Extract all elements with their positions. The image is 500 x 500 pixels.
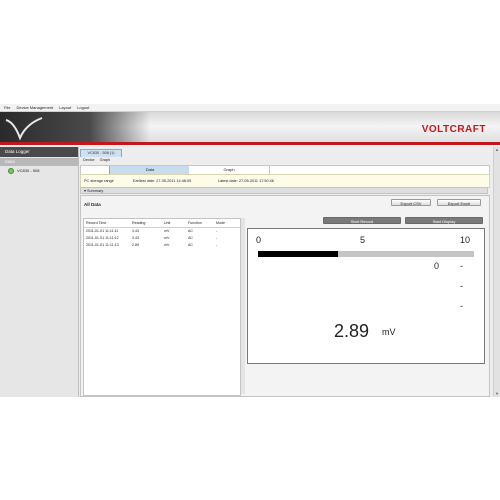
storage-label: PC storage range xyxy=(84,179,114,183)
sub-reading-3: - xyxy=(460,281,463,291)
subtab-device[interactable]: Device xyxy=(83,157,95,164)
sidebar-item-label: VC830 - 508 xyxy=(17,168,40,173)
sub-reading-1: 0 xyxy=(434,261,440,271)
cell-function: AC xyxy=(188,229,193,233)
cell-record-time: 2011-01-01 11:11:12 xyxy=(86,236,119,240)
table-scrollbar[interactable] xyxy=(241,218,245,394)
sub-tabs: Device Graph xyxy=(80,157,110,164)
bargraph-track xyxy=(258,251,474,257)
bargraph-fill xyxy=(258,251,338,257)
table-row[interactable]: 2011-01-01 11:11:11 3.43 mV AC - xyxy=(84,228,240,235)
main-reading-value: 2.89 xyxy=(334,321,370,341)
cell-mode: - xyxy=(216,243,218,247)
cell-reading: 2.89 xyxy=(132,243,139,247)
table-row[interactable]: 2011-01-01 11:11:13 2.89 mV AC - xyxy=(84,242,240,249)
tab-graph[interactable]: Graph xyxy=(189,166,270,174)
sidebar-item-device[interactable]: VC830 - 508 xyxy=(0,166,78,176)
column-header[interactable]: Unit xyxy=(162,219,186,227)
cell-unit: mV xyxy=(164,229,170,233)
menu-file[interactable]: File xyxy=(4,104,10,111)
column-header[interactable]: Function xyxy=(186,219,214,227)
cell-mode: - xyxy=(216,229,218,233)
tab-device[interactable]: VC830 - 508 (1) xyxy=(80,149,122,157)
sub-reading-2: - xyxy=(460,261,463,271)
status-online-icon xyxy=(8,168,14,174)
all-data-title: All Data xyxy=(84,202,101,207)
brand-stripe xyxy=(0,142,500,145)
menu-logout[interactable]: Logout xyxy=(77,104,89,111)
sidebar-header: Data Logger xyxy=(0,147,78,157)
sub-reading-4: - xyxy=(460,301,463,311)
column-header[interactable]: Record Time xyxy=(84,219,130,227)
export-excel-button[interactable]: Export Excel xyxy=(437,199,481,206)
cell-reading: 3.43 xyxy=(132,236,139,240)
menu-device-management[interactable]: Device Management xyxy=(16,104,53,111)
menu-layout[interactable]: Layout xyxy=(59,104,71,111)
tab-data[interactable]: Data xyxy=(109,166,191,174)
brand-logo: VOLTCRAFT xyxy=(421,124,486,135)
storage-range-bar: PC storage range Earliest date: 27-05-20… xyxy=(80,174,490,188)
scroll-up-icon[interactable]: ▲ xyxy=(494,147,500,153)
scroll-down-icon[interactable]: ▼ xyxy=(494,391,500,397)
header-banner: VOLTCRAFT xyxy=(0,112,500,144)
cell-reading: 3.43 xyxy=(132,229,139,233)
cell-unit: mV xyxy=(164,236,170,240)
latest-date: Latest date: 27-05-2011 17:50:46 xyxy=(218,179,274,183)
subtab-graph[interactable]: Graph xyxy=(100,157,111,164)
main-reading-unit: mV xyxy=(382,327,396,337)
scale-label-mid: 5 xyxy=(360,235,366,245)
sidebar-section-dmm[interactable]: DMM xyxy=(0,158,78,166)
cell-record-time: 2011-01-01 11:11:13 xyxy=(86,243,119,247)
export-csv-button[interactable]: Export CSV xyxy=(391,199,431,206)
cell-unit: mV xyxy=(164,243,170,247)
all-data-panel: All Data Export CSV Export Excel Start R… xyxy=(80,195,490,397)
meter-display: 0 5 10 0 - - - 2.89 mV xyxy=(247,228,485,364)
earliest-date: Earliest date: 27-05-2011 14:48:05 xyxy=(133,179,192,183)
menu-bar: File Device Management Layout Logout xyxy=(0,104,500,112)
start-record-button[interactable]: Start Record xyxy=(323,217,401,224)
table-header: Record Time Reading Unit Function Mode xyxy=(84,219,240,228)
readings-table: Record Time Reading Unit Function Mode 2… xyxy=(83,218,241,396)
cell-function: AC xyxy=(188,236,193,240)
sidebar: Data Logger DMM VC830 - 508 xyxy=(0,147,79,397)
start-display-button[interactable]: Start Display xyxy=(405,217,483,224)
column-header[interactable]: Mode xyxy=(214,219,232,227)
app-window: File Device Management Layout Logout VOL… xyxy=(0,104,500,397)
cell-record-time: 2011-01-01 11:11:11 xyxy=(86,229,119,233)
cell-mode: - xyxy=(216,236,218,240)
logo-v-icon xyxy=(5,117,43,141)
window-scrollbar[interactable]: ▲ ▼ xyxy=(493,147,500,397)
main-panel: VC830 - 508 (1) Device Graph Data Graph … xyxy=(80,149,492,397)
summary-header[interactable]: ▾ Summary xyxy=(80,187,488,194)
scale-label-min: 0 xyxy=(256,235,262,245)
column-header[interactable]: Reading xyxy=(130,219,162,227)
cell-function: AC xyxy=(188,243,193,247)
summary-label: Summary xyxy=(86,189,104,193)
table-row[interactable]: 2011-01-01 11:11:12 3.43 mV AC - xyxy=(84,235,240,242)
scale-label-max: 10 xyxy=(460,235,471,245)
